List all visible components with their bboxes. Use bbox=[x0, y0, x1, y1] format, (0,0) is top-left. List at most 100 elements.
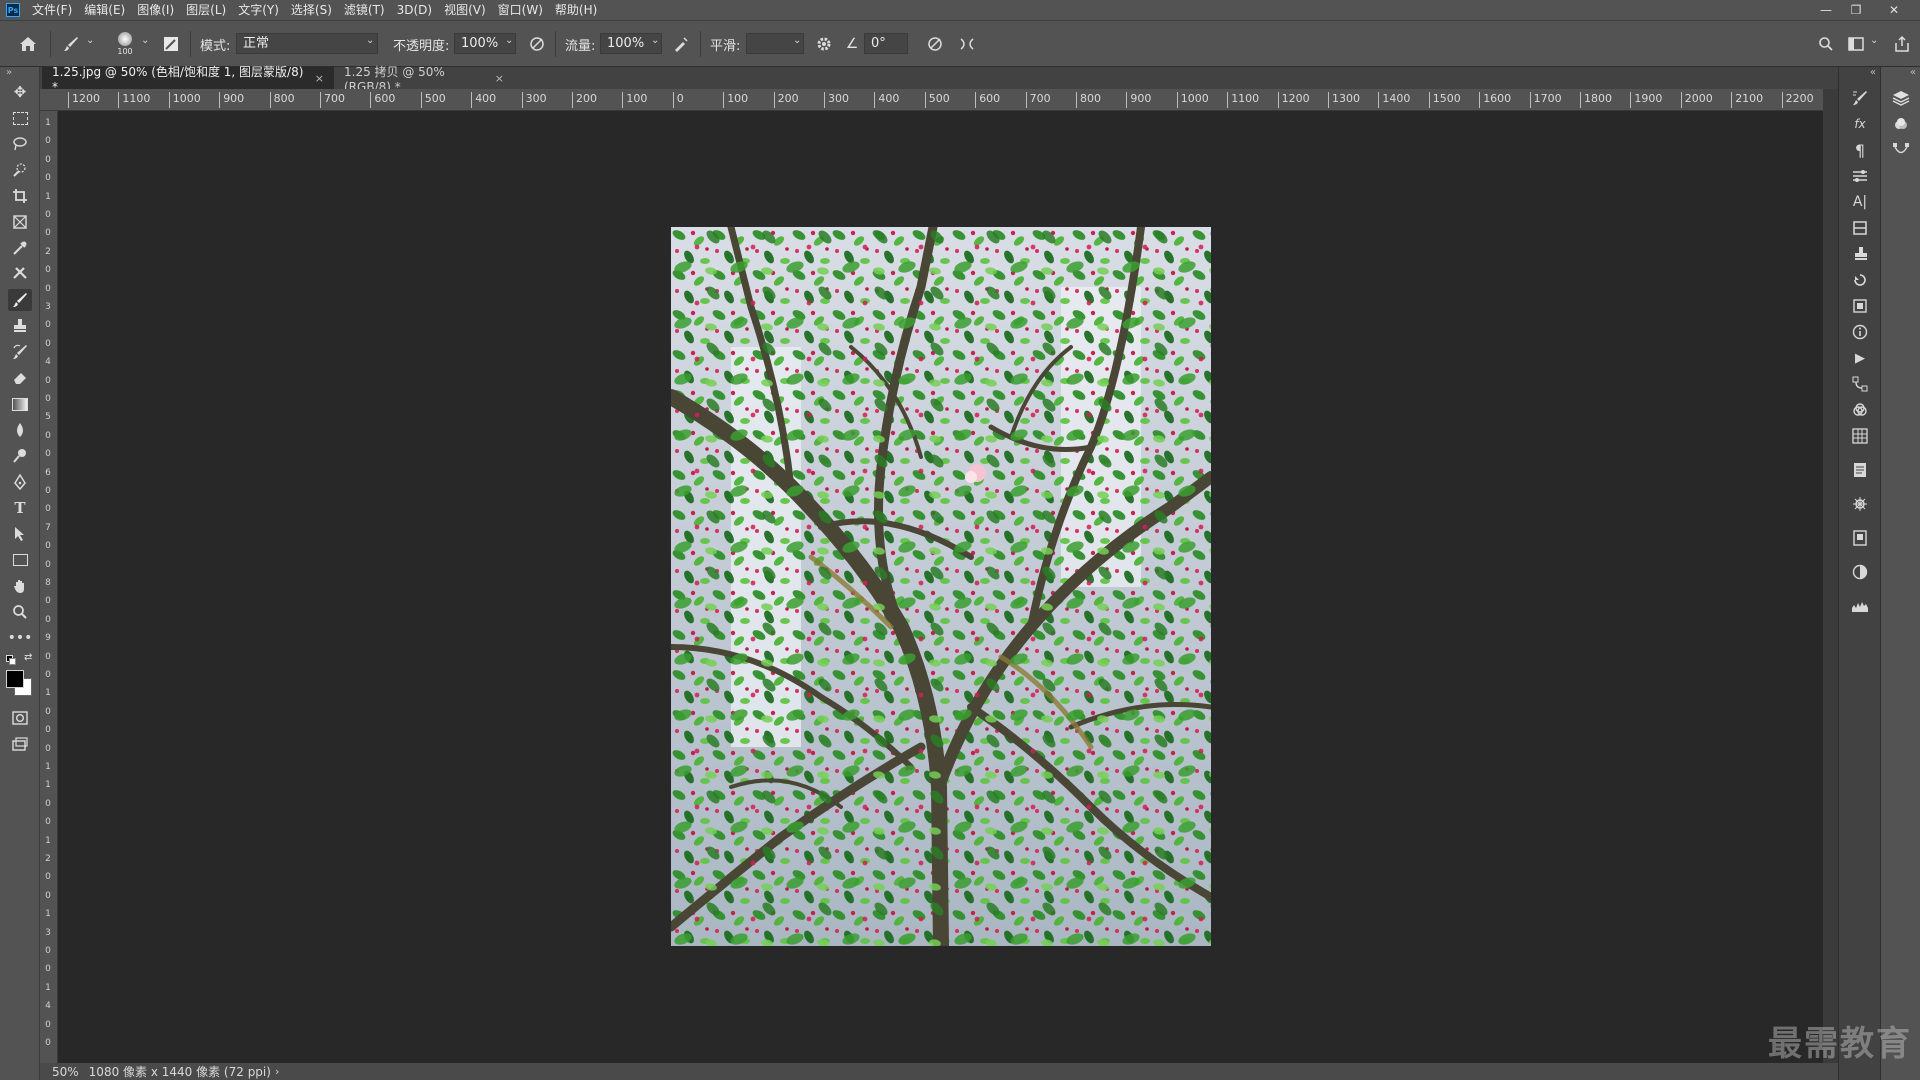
hand-tool-icon[interactable] bbox=[8, 575, 32, 597]
menu-window[interactable]: 窗口(W) bbox=[492, 0, 549, 20]
path-selection-tool-icon[interactable] bbox=[8, 523, 32, 545]
actions-play-icon[interactable]: ▶ bbox=[1846, 347, 1874, 369]
ruler-tick-digit: 0 bbox=[45, 283, 51, 294]
mode-select[interactable]: 正常 bbox=[236, 33, 378, 54]
pressure-size-icon[interactable] bbox=[924, 21, 946, 67]
lasso-tool-icon[interactable] bbox=[8, 133, 32, 155]
adjustments-icon[interactable] bbox=[1846, 561, 1874, 583]
menu-image[interactable]: 图像(I) bbox=[131, 0, 180, 20]
eraser-tool-icon[interactable] bbox=[8, 367, 32, 389]
info-icon[interactable] bbox=[1846, 321, 1874, 343]
crop-tool-icon[interactable] bbox=[8, 185, 32, 207]
airbrush-icon[interactable] bbox=[670, 21, 692, 67]
adjustments-presets-icon[interactable] bbox=[1846, 527, 1874, 549]
close-icon[interactable]: × bbox=[315, 72, 324, 85]
color-icon[interactable] bbox=[1887, 113, 1915, 135]
notes-icon[interactable] bbox=[1846, 459, 1874, 481]
clone-stamp-tool-icon[interactable] bbox=[8, 315, 32, 337]
layer-styles-icon[interactable]: fx bbox=[1846, 113, 1874, 135]
collapse-panel-icon[interactable]: « bbox=[1870, 67, 1876, 78]
chevron-down-icon[interactable]: ⌄ bbox=[651, 35, 659, 46]
paragraph-icon[interactable]: ¶ bbox=[1846, 139, 1874, 161]
swap-colors-icon[interactable]: ⇄ bbox=[24, 652, 32, 663]
history-brush-tool-icon[interactable] bbox=[8, 341, 32, 363]
move-tool-icon[interactable]: ✥ bbox=[8, 81, 32, 103]
default-colors-icon[interactable] bbox=[6, 655, 16, 665]
minimize-icon[interactable]: — bbox=[1812, 0, 1840, 20]
chevron-down-icon[interactable]: ⌄ bbox=[505, 35, 513, 46]
brush-size-picker[interactable]: 100 bbox=[112, 21, 138, 67]
gradient-tool-icon[interactable] bbox=[8, 393, 32, 415]
chevron-down-icon[interactable]: ⌄ bbox=[141, 35, 149, 46]
search-icon[interactable] bbox=[1815, 21, 1837, 67]
share-icon[interactable] bbox=[1891, 21, 1913, 67]
histogram-icon[interactable] bbox=[1846, 595, 1874, 617]
history-icon[interactable] bbox=[1846, 269, 1874, 291]
chevron-down-icon[interactable]: ⌄ bbox=[793, 35, 801, 46]
tab-document-2[interactable]: 1.25 拷贝 @ 50%(RGB/8) * × bbox=[334, 65, 514, 94]
menu-help[interactable]: 帮助(H) bbox=[549, 0, 603, 20]
menu-file[interactable]: 文件(F) bbox=[26, 0, 78, 20]
blur-tool-icon[interactable] bbox=[8, 419, 32, 441]
home-icon[interactable] bbox=[16, 21, 40, 67]
chevron-down-icon[interactable]: ⌄ bbox=[1870, 35, 1878, 46]
type-tool-icon[interactable]: T bbox=[8, 497, 32, 519]
properties-icon[interactable] bbox=[1846, 165, 1874, 187]
chevron-right-icon[interactable]: › bbox=[275, 1065, 279, 1078]
horizontal-ruler[interactable]: 1200 1100 1000 900 800 700 600 500 400 300 200 100 0… bbox=[40, 89, 1823, 111]
dodge-tool-icon[interactable] bbox=[8, 445, 32, 467]
menu-select[interactable]: 选择(S) bbox=[285, 0, 338, 20]
angle-input[interactable]: 0° bbox=[864, 33, 908, 54]
menu-filter[interactable]: 滤镜(T) bbox=[338, 0, 391, 20]
swatches-grid-icon[interactable] bbox=[1846, 425, 1874, 447]
healing-brush-tool-icon[interactable] bbox=[8, 263, 32, 285]
channels-icon[interactable] bbox=[1846, 399, 1874, 421]
document-image[interactable] bbox=[671, 227, 1211, 946]
brush-settings-panel-icon[interactable] bbox=[160, 21, 182, 67]
symmetry-icon[interactable] bbox=[956, 21, 978, 67]
vertical-ruler[interactable]: 1 0 0 0 1 0 0 2 0 0 3 0 0 4 0 0 5 0 0 6 0 0 7 0 0 8 0 0 9 0 0 1 0 0 0 1 1 0 0 1… bbox=[40, 111, 58, 1063]
tab-document-1[interactable]: 1.25.jpg @ 50% (色相/饱和度 1, 图层蒙版/8) * × bbox=[42, 65, 334, 94]
menu-edit[interactable]: 编辑(E) bbox=[78, 0, 131, 20]
quick-mask-icon[interactable] bbox=[8, 707, 32, 729]
menu-3d[interactable]: 3D(D) bbox=[391, 0, 438, 20]
frame-tool-icon[interactable] bbox=[8, 211, 32, 233]
restore-icon[interactable]: ❐ bbox=[1842, 0, 1870, 20]
paths-icon[interactable] bbox=[1846, 373, 1874, 395]
brush-tool-preset-icon[interactable] bbox=[60, 21, 82, 67]
tool-presets-icon[interactable] bbox=[1846, 295, 1874, 317]
paths-panel-icon[interactable] bbox=[1887, 139, 1915, 161]
expand-panel-icon[interactable]: » bbox=[6, 67, 12, 78]
clone-source-icon[interactable] bbox=[1846, 243, 1874, 265]
brush-settings-icon[interactable] bbox=[1846, 87, 1874, 109]
screen-mode-icon[interactable] bbox=[8, 733, 32, 755]
chevron-down-icon[interactable]: ⌄ bbox=[86, 35, 94, 46]
document-tabs: 1.25.jpg @ 50% (色相/饱和度 1, 图层蒙版/8) * × 1.… bbox=[40, 65, 1872, 94]
edit-toolbar-more-icon[interactable]: ••• bbox=[8, 627, 33, 649]
layers-icon[interactable] bbox=[1887, 87, 1915, 109]
close-icon[interactable]: × bbox=[495, 72, 504, 85]
pen-tool-icon[interactable] bbox=[8, 471, 32, 493]
vertical-scrollbar[interactable] bbox=[1823, 89, 1838, 1063]
brush-tool-icon[interactable] bbox=[8, 289, 32, 311]
workspace-icon[interactable] bbox=[1845, 21, 1867, 67]
zoom-tool-icon[interactable] bbox=[8, 601, 32, 623]
libraries-icon[interactable] bbox=[1846, 217, 1874, 239]
close-icon[interactable]: ✕ bbox=[1880, 0, 1908, 20]
smoothing-settings-gear-icon[interactable] bbox=[814, 21, 834, 67]
ruler-tick-label: 1900 bbox=[1630, 92, 1662, 108]
quick-selection-tool-icon[interactable] bbox=[8, 159, 32, 181]
menu-layer[interactable]: 图层(L) bbox=[180, 0, 232, 20]
navigator-icon[interactable] bbox=[1846, 493, 1874, 515]
collapse-dock-icon[interactable]: « bbox=[1910, 67, 1916, 78]
eyedropper-tool-icon[interactable] bbox=[8, 237, 32, 259]
menu-type[interactable]: 文字(Y) bbox=[232, 0, 285, 20]
rectangle-tool-icon[interactable] bbox=[8, 549, 32, 571]
marquee-tool-icon[interactable] bbox=[8, 107, 32, 129]
pressure-opacity-icon[interactable] bbox=[527, 21, 547, 67]
zoom-level[interactable]: 50% bbox=[52, 1065, 79, 1079]
menu-view[interactable]: 视图(V) bbox=[438, 0, 492, 20]
foreground-color-swatch[interactable] bbox=[6, 670, 24, 688]
flow-label: 流量: bbox=[565, 38, 596, 54]
character-icon[interactable]: A| bbox=[1846, 191, 1874, 213]
